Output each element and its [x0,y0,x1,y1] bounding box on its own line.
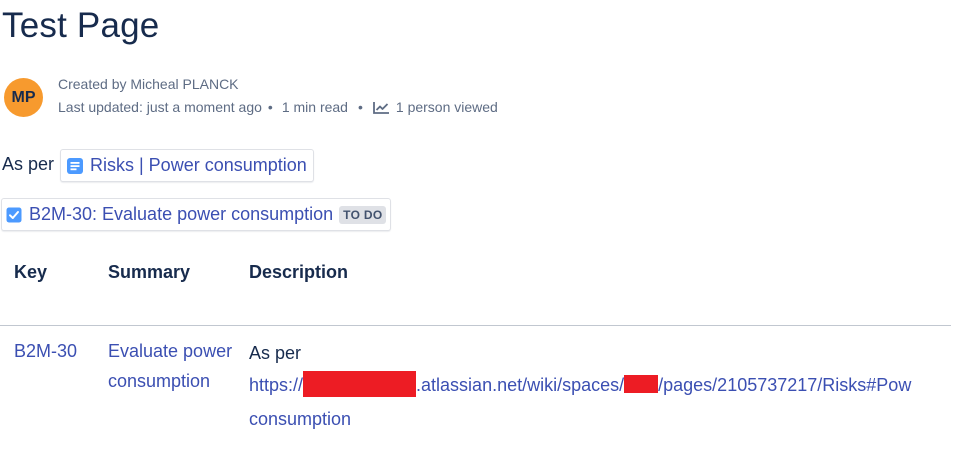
issue-key-link[interactable]: B2M-30 [14,336,77,366]
description-url-link[interactable]: https:// .atlassian.net/wiki/spaces/ /page… [249,368,953,402]
description-prefix: As per [249,343,302,363]
redacted-block [624,375,659,393]
page-link-card[interactable]: Risks | Power consumption [60,149,314,182]
issue-summary-link[interactable]: Evaluate power consumption [108,336,238,396]
read-time: 1 min read [281,99,348,115]
issue-label[interactable]: B2M-30: Evaluate power consumption [29,204,333,225]
url-part-scheme[interactable]: https:// [249,375,303,395]
page-document-icon [66,157,84,175]
page-title: Test Page [2,6,160,45]
issue-description: As per https:// .atlassian.net/wiki/space… [249,336,953,446]
url-part-path[interactable]: /pages/2105737217/Risks#Pow [658,375,911,395]
separator-dot: • [357,99,363,115]
page-views[interactable]: 1 person viewed [396,99,498,115]
url-part-domain[interactable]: .atlassian.net/wiki/spaces/ [416,375,624,395]
column-header-summary: Summary [108,262,191,282]
redacted-block [303,371,417,397]
table-header-divider [0,325,951,326]
separator-dot: • [267,99,273,115]
description-url-link-wrap[interactable]: consumption [249,402,953,436]
column-header-key: Key [14,262,48,282]
page-link-label[interactable]: Risks | Power consumption [90,155,307,176]
page-metadata: Last updated: just a moment ago • 1 min … [58,99,498,115]
jira-issue-card[interactable]: B2M-30: Evaluate power consumption TO DO [1,198,392,231]
as-per-text: As per [2,154,55,174]
analytics-chart-icon [372,101,390,114]
status-lozenge: TO DO [339,205,387,224]
created-by[interactable]: Created by Micheal PLANCK [58,76,239,92]
confluence-page: Test Page MP Created by Micheal PLANCK L… [0,0,970,468]
task-checkbox-icon [6,207,22,223]
last-updated[interactable]: Last updated: just a moment ago [58,99,262,115]
column-header-description: Description [249,262,349,282]
author-avatar[interactable]: MP [4,78,43,117]
